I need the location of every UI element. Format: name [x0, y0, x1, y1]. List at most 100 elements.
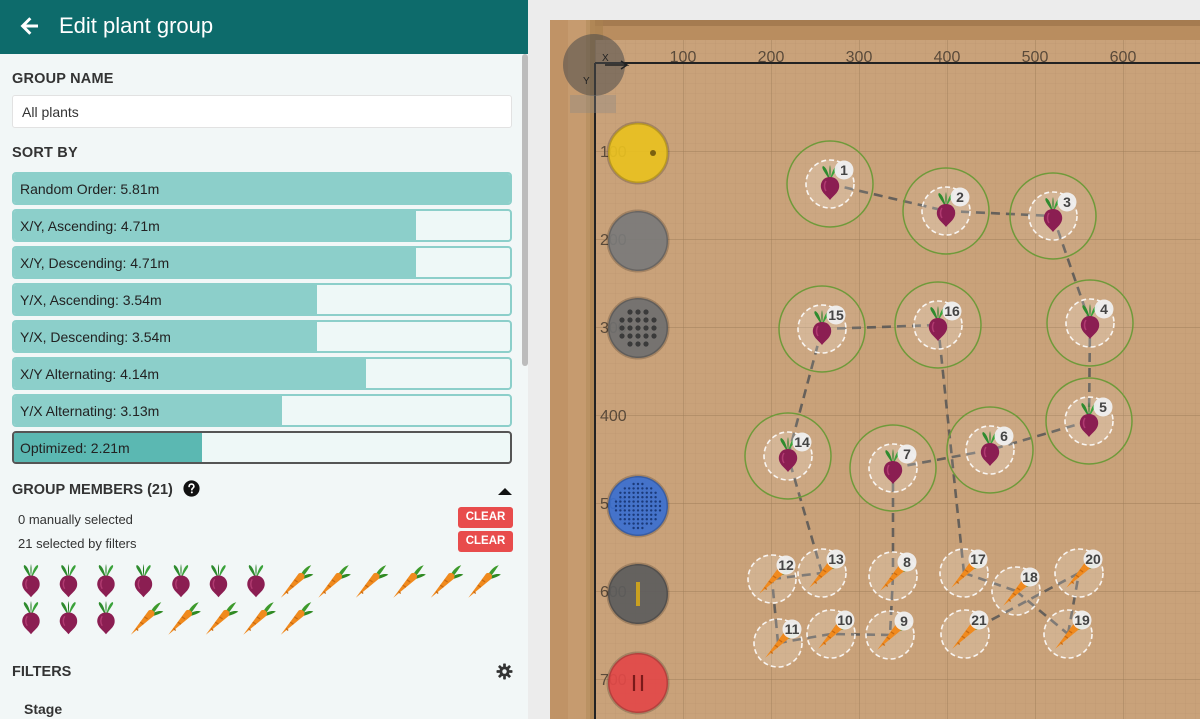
carrot-icon[interactable] — [393, 565, 426, 598]
beet-icon[interactable] — [247, 564, 265, 598]
carrot-icon[interactable] — [280, 565, 314, 598]
beet-plant[interactable]: 2 — [902, 167, 990, 255]
carrot-plant[interactable]: 18 — [991, 566, 1041, 616]
page-title: Edit plant group — [59, 13, 214, 38]
carrot-plant[interactable]: 8 — [868, 551, 918, 601]
beet-icon[interactable] — [134, 564, 153, 598]
order-number: 12 — [778, 557, 794, 573]
yellow-tool[interactable] — [606, 121, 670, 185]
carrot-plant[interactable]: 9 — [865, 610, 915, 660]
x-tick-label: 400 — [934, 49, 961, 66]
carrot-icon[interactable] — [243, 602, 276, 635]
group-name-input[interactable] — [12, 95, 512, 128]
carrot-icon[interactable] — [168, 602, 201, 635]
axis-y-label: Y — [583, 76, 590, 87]
carrot-icon[interactable] — [355, 565, 389, 598]
order-number: 9 — [900, 613, 908, 629]
weeder-tool[interactable] — [606, 562, 670, 626]
arrow-left-icon[interactable] — [18, 14, 42, 38]
sort-option[interactable]: X/Y Alternating: 4.14m — [12, 357, 512, 390]
beet-plant[interactable]: 6 — [946, 406, 1034, 494]
question-circle-icon[interactable] — [183, 480, 200, 497]
carrot-plant[interactable]: 10 — [806, 609, 856, 659]
carrot-plant[interactable]: 13 — [797, 548, 847, 598]
sort-option[interactable]: Y/X Alternating: 3.13m — [12, 394, 512, 427]
sort-option[interactable]: Y/X, Descending: 3.54m — [12, 320, 512, 353]
beet-plant[interactable]: 3 — [1009, 172, 1097, 260]
sort-option[interactable]: Optimized: 2.21m — [12, 431, 512, 464]
sort-option-label: X/Y Alternating: 4.14m — [20, 366, 160, 382]
beet-plant[interactable]: 15 — [778, 285, 866, 373]
clear-filters-button[interactable]: CLEAR — [458, 531, 513, 552]
order-number: 20 — [1085, 551, 1101, 567]
panel-header: Edit plant group — [0, 0, 528, 54]
beet-icon[interactable] — [22, 601, 40, 635]
sort-option[interactable]: Random Order: 5.81m — [12, 172, 512, 205]
carrot-icon[interactable] — [318, 565, 351, 598]
sort-option[interactable]: Y/X, Ascending: 3.54m — [12, 283, 512, 316]
order-number: 6 — [1000, 428, 1008, 444]
order-number: 16 — [944, 303, 960, 319]
seeder-tool[interactable] — [606, 296, 670, 360]
carrot-plant[interactable]: 17 — [939, 548, 989, 598]
order-number: 8 — [903, 554, 911, 570]
beet-icon[interactable] — [209, 564, 228, 598]
order-number: 10 — [837, 612, 853, 628]
carrot-plant[interactable]: 21 — [940, 609, 990, 659]
carrot-icon[interactable] — [280, 602, 314, 635]
order-number: 1 — [840, 162, 848, 178]
order-number: 21 — [971, 612, 987, 628]
edit-plant-group-panel: Edit plant group GROUP NAME SORT BY Rand… — [0, 0, 528, 719]
carrot-icon[interactable] — [468, 565, 501, 598]
beet-icon[interactable] — [59, 601, 78, 635]
beet-icon[interactable] — [59, 564, 78, 598]
sort-by-label: SORT BY — [12, 145, 78, 161]
x-tick-label: 100 — [670, 49, 697, 66]
selected-by-filters-text: 21 selected by filters — [18, 536, 137, 551]
garden-map-canvas[interactable]: 100200300400500600 100200300400500600700… — [528, 0, 1200, 719]
order-number: 15 — [828, 307, 844, 323]
red-tool[interactable] — [606, 651, 670, 715]
sort-option-label: Y/X Alternating: 3.13m — [20, 403, 160, 419]
x-tick-label: 300 — [846, 49, 873, 66]
carrot-icon[interactable] — [130, 602, 164, 635]
beet-plant[interactable]: 1 — [786, 140, 874, 228]
x-tick-label: 600 — [1110, 49, 1137, 66]
x-tick-label: 500 — [1022, 49, 1049, 66]
carrot-plant[interactable]: 11 — [753, 618, 803, 668]
sort-option[interactable]: X/Y, Ascending: 4.71m — [12, 209, 512, 242]
carrot-plant[interactable]: 19 — [1043, 609, 1093, 659]
beet-icon[interactable] — [97, 564, 115, 598]
axis-x-label: X — [602, 53, 609, 64]
clear-manual-button[interactable]: CLEAR — [458, 507, 513, 528]
gear-icon[interactable] — [496, 663, 513, 680]
caret-up-icon[interactable] — [497, 486, 513, 496]
beet-plant[interactable]: 5 — [1045, 377, 1133, 465]
tool-bay — [568, 20, 590, 719]
beet-plant[interactable]: 16 — [894, 281, 982, 369]
beet-icon[interactable] — [97, 601, 115, 635]
gray-tool[interactable] — [606, 209, 670, 273]
order-number: 13 — [828, 551, 844, 567]
sort-option[interactable]: X/Y, Descending: 4.71m — [12, 246, 512, 279]
gantry-shadow — [570, 95, 616, 113]
stage-filter-label: Stage — [24, 701, 63, 717]
order-number: 3 — [1063, 194, 1071, 210]
beet-icon[interactable] — [22, 564, 40, 598]
carrot-plant[interactable]: 12 — [747, 554, 797, 604]
carrot-plant[interactable]: 20 — [1054, 548, 1104, 598]
carrot-icon[interactable] — [430, 565, 464, 598]
blue-watering-tool[interactable] — [606, 474, 670, 538]
beet-plant[interactable]: 4 — [1046, 279, 1134, 367]
garden-map[interactable]: 100200300400500600 100200300400500600700… — [528, 0, 1200, 719]
beet-icon[interactable] — [172, 564, 190, 598]
carrot-icon[interactable] — [205, 602, 239, 635]
order-number: 7 — [903, 446, 911, 462]
order-number: 17 — [970, 551, 986, 567]
sort-option-label: Y/X, Ascending: 3.54m — [20, 292, 162, 308]
order-number: 11 — [785, 621, 800, 637]
order-number: 2 — [956, 189, 964, 205]
beet-plant[interactable]: 14 — [744, 412, 832, 500]
beet-plant[interactable]: 7 — [849, 424, 937, 512]
y-tick-label: 400 — [600, 408, 627, 425]
